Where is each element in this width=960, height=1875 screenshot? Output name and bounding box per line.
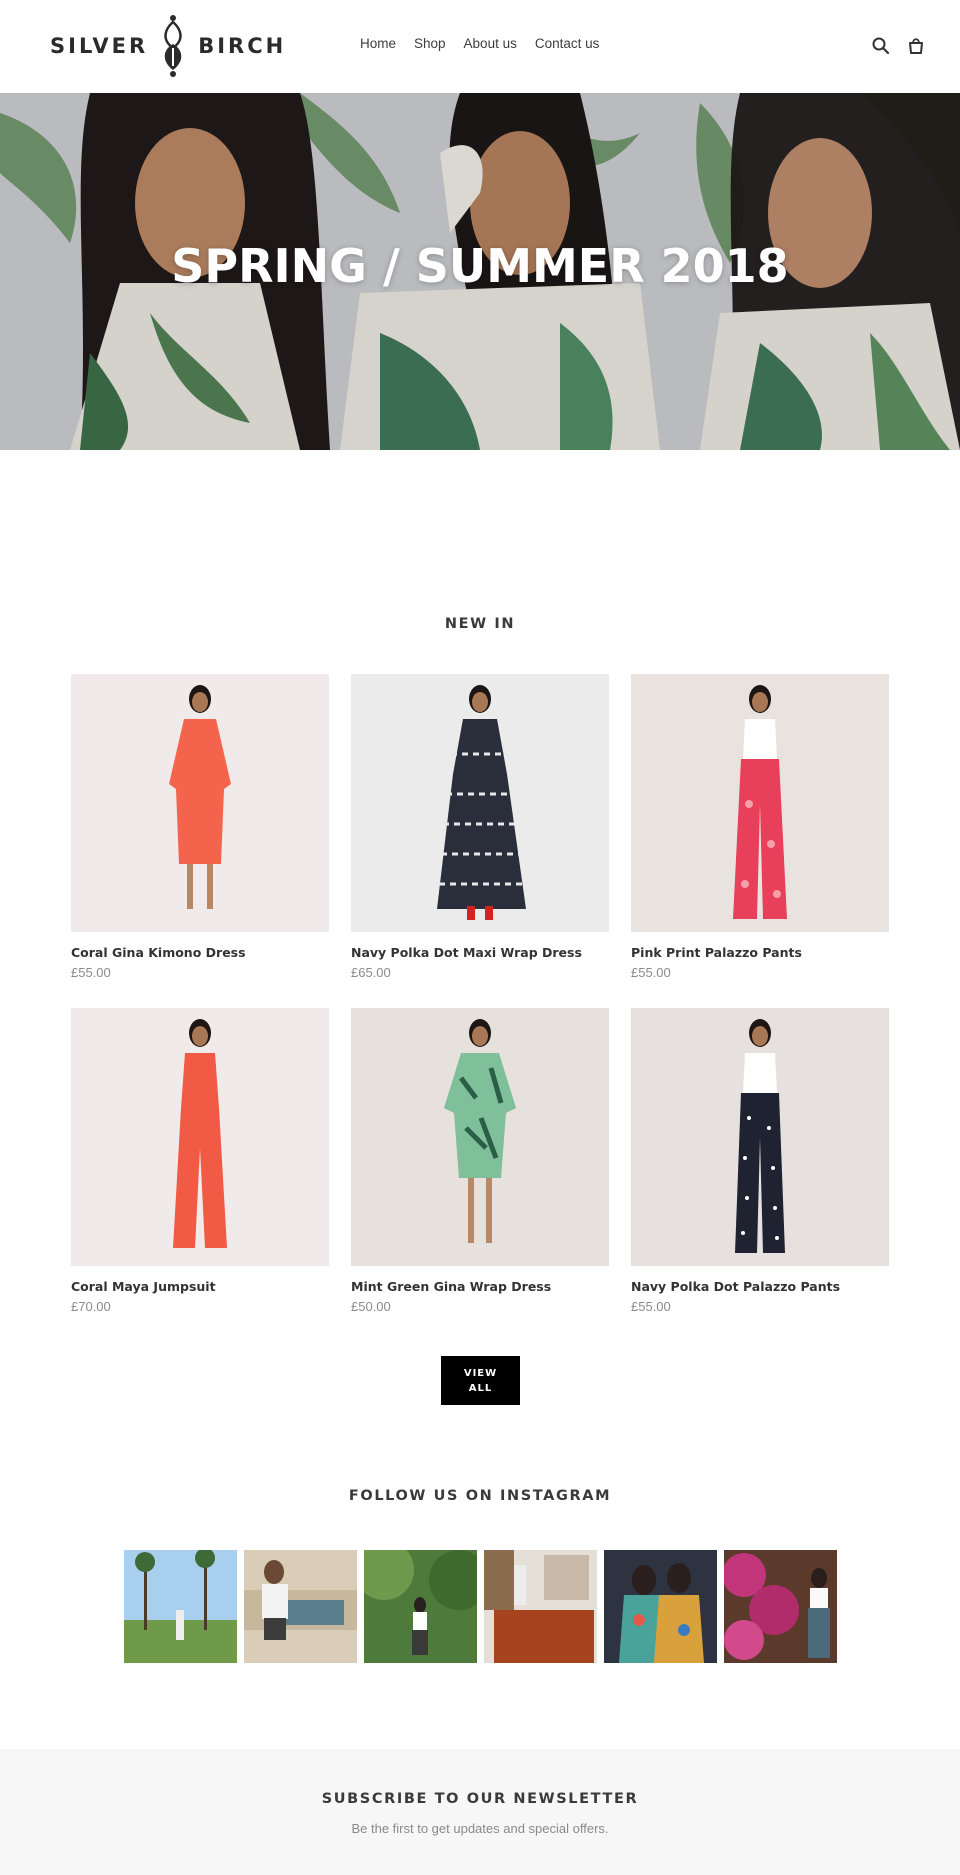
product-image[interactable] (351, 1008, 609, 1266)
product-card[interactable]: Coral Maya Jumpsuit £70.00 (71, 1008, 329, 1314)
product-price: £65.00 (351, 965, 391, 980)
product-price: £50.00 (351, 1299, 391, 1314)
instagram-photo[interactable] (364, 1550, 477, 1663)
newsletter-section (0, 1749, 960, 1875)
product-name[interactable]: Navy Polka Dot Palazzo Pants (631, 1279, 889, 1294)
nav-item-shop[interactable]: Shop (414, 36, 446, 51)
nav-item-contact[interactable]: Contact us (535, 36, 600, 51)
product-price: £70.00 (71, 1299, 111, 1314)
product-name[interactable]: Coral Maya Jumpsuit (71, 1279, 329, 1294)
hero-banner[interactable]: SPRING / SUMMER 2018 (0, 93, 960, 450)
product-card[interactable]: Navy Polka Dot Maxi Wrap Dress £65.00 (351, 674, 609, 980)
view-all-button[interactable]: VIEW ALL (441, 1356, 520, 1405)
site-header: SILVER BIRCH Home Shop About us Contact … (0, 0, 960, 93)
cart-icon[interactable] (906, 36, 926, 56)
product-image[interactable] (71, 1008, 329, 1266)
product-price: £55.00 (631, 965, 671, 980)
birch-emblem-icon (164, 15, 182, 77)
product-name[interactable]: Coral Gina Kimono Dress (71, 945, 329, 960)
product-image[interactable] (631, 674, 889, 932)
main-nav: Home Shop About us Contact us (360, 36, 599, 51)
brand-name-right: BIRCH (198, 34, 287, 58)
new-in-heading: NEW IN (444, 616, 516, 632)
newsletter-heading: SUBSCRIBE TO OUR NEWSLETTER (321, 1791, 639, 1807)
hero-title: SPRING / SUMMER 2018 (171, 239, 789, 293)
brand-logo[interactable]: SILVER BIRCH (50, 14, 286, 78)
product-card[interactable]: Pink Print Palazzo Pants £55.00 (631, 674, 889, 980)
product-name[interactable]: Pink Print Palazzo Pants (631, 945, 889, 960)
nav-item-about[interactable]: About us (464, 36, 517, 51)
product-card[interactable]: Coral Gina Kimono Dress £55.00 (71, 674, 329, 980)
instagram-photo[interactable] (724, 1550, 837, 1663)
instagram-heading: FOLLOW US ON INSTAGRAM (348, 1488, 612, 1504)
product-card[interactable]: Navy Polka Dot Palazzo Pants £55.00 (631, 1008, 889, 1314)
product-name[interactable]: Navy Polka Dot Maxi Wrap Dress (351, 945, 609, 960)
product-image[interactable] (71, 674, 329, 932)
newsletter-subtext: Be the first to get updates and special … (351, 1821, 609, 1836)
instagram-photo[interactable] (244, 1550, 357, 1663)
product-name[interactable]: Mint Green Gina Wrap Dress (351, 1279, 609, 1294)
instagram-photo[interactable] (124, 1550, 237, 1663)
product-price: £55.00 (71, 965, 111, 980)
product-image[interactable] (351, 674, 609, 932)
nav-item-home[interactable]: Home (360, 36, 396, 51)
brand-name-left: SILVER (50, 34, 149, 58)
product-card[interactable]: Mint Green Gina Wrap Dress £50.00 (351, 1008, 609, 1314)
search-icon[interactable] (871, 36, 891, 56)
view-all-label: VIEW ALL (463, 1367, 498, 1394)
instagram-photo[interactable] (484, 1550, 597, 1663)
instagram-photo[interactable] (604, 1550, 717, 1663)
product-price: £55.00 (631, 1299, 671, 1314)
product-image[interactable] (631, 1008, 889, 1266)
